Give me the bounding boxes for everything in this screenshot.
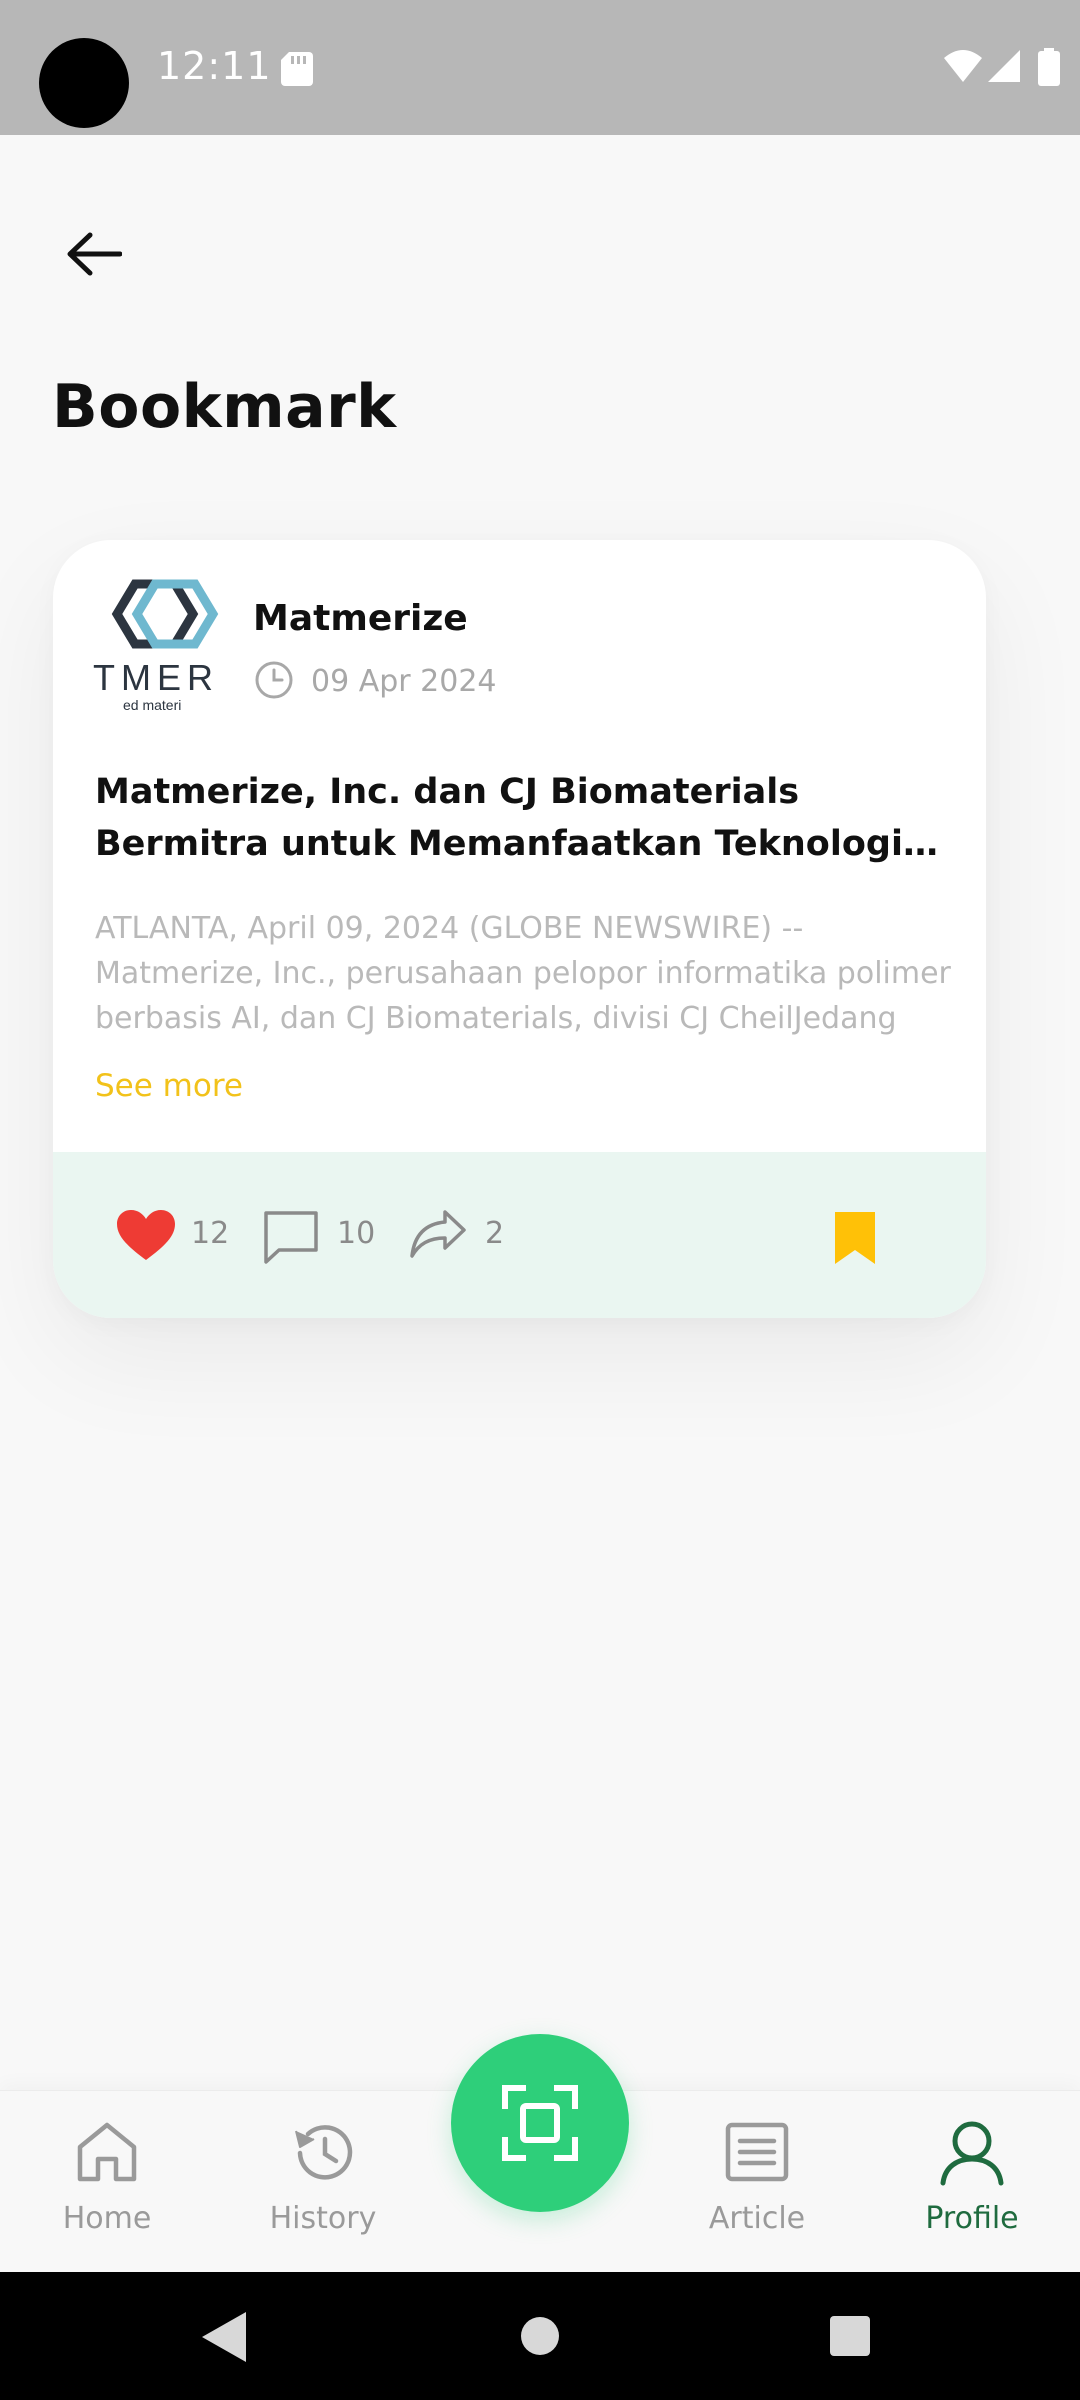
page-title: Bookmark (52, 372, 397, 442)
article-title[interactable]: Matmerize, Inc. dan CJ Biomaterials Berm… (95, 766, 955, 870)
battery-icon (1038, 48, 1060, 86)
status-bar: 12:11 (0, 0, 1080, 135)
system-home-icon[interactable] (520, 2316, 560, 2356)
heart-icon[interactable] (117, 1210, 175, 1262)
nav-profile-label: Profile (925, 2201, 1019, 2236)
history-icon (295, 2125, 353, 2180)
system-back-icon[interactable] (202, 2312, 246, 2362)
arrow-left-icon (67, 232, 122, 276)
nav-home[interactable]: Home (17, 2117, 197, 2257)
system-nav-bar (0, 2272, 1080, 2400)
camera-cutout (39, 38, 129, 128)
card-action-bar: 12 10 2 (53, 1152, 986, 1318)
profile-icon (940, 2121, 1004, 2186)
nav-profile[interactable]: Profile (882, 2117, 1062, 2257)
comment-icon[interactable] (263, 1210, 319, 1264)
sd-card-icon (281, 52, 313, 86)
system-recents-icon[interactable] (830, 2316, 870, 2356)
home-icon (77, 2122, 137, 2182)
nav-history-label: History (269, 2201, 377, 2236)
bookmark-card[interactable]: TMER ed materi Matmerize 09 Apr 2024 Mat… (53, 540, 986, 1318)
nav-article-label: Article (708, 2201, 806, 2236)
publisher-name: Matmerize (253, 598, 468, 639)
nav-home-label: Home (62, 2201, 152, 2236)
bookmark-filled-icon[interactable] (835, 1212, 875, 1264)
clock-icon (255, 661, 293, 699)
publisher-logo: TMER ed materi (93, 579, 219, 713)
nav-history[interactable]: History (233, 2117, 413, 2257)
scan-button[interactable] (451, 2034, 629, 2212)
article-excerpt: ATLANTA, April 09, 2024 (GLOBE NEWSWIRE)… (95, 911, 951, 1036)
scan-icon (502, 2085, 578, 2161)
svg-text:ed materi: ed materi (123, 697, 181, 713)
signal-icon (988, 50, 1020, 82)
status-time: 12:11 (157, 44, 272, 88)
share-count: 2 (485, 1216, 505, 1251)
post-date: 09 Apr 2024 (311, 664, 497, 699)
article-icon (725, 2122, 789, 2182)
svg-text:TMER: TMER (93, 657, 219, 698)
back-button[interactable] (52, 212, 136, 296)
wifi-icon (944, 50, 982, 82)
nav-article[interactable]: Article (667, 2117, 847, 2257)
comment-count: 10 (337, 1216, 376, 1251)
like-count: 12 (191, 1216, 230, 1251)
see-more-link[interactable]: See more (95, 1068, 243, 1104)
share-icon[interactable] (409, 1208, 467, 1260)
